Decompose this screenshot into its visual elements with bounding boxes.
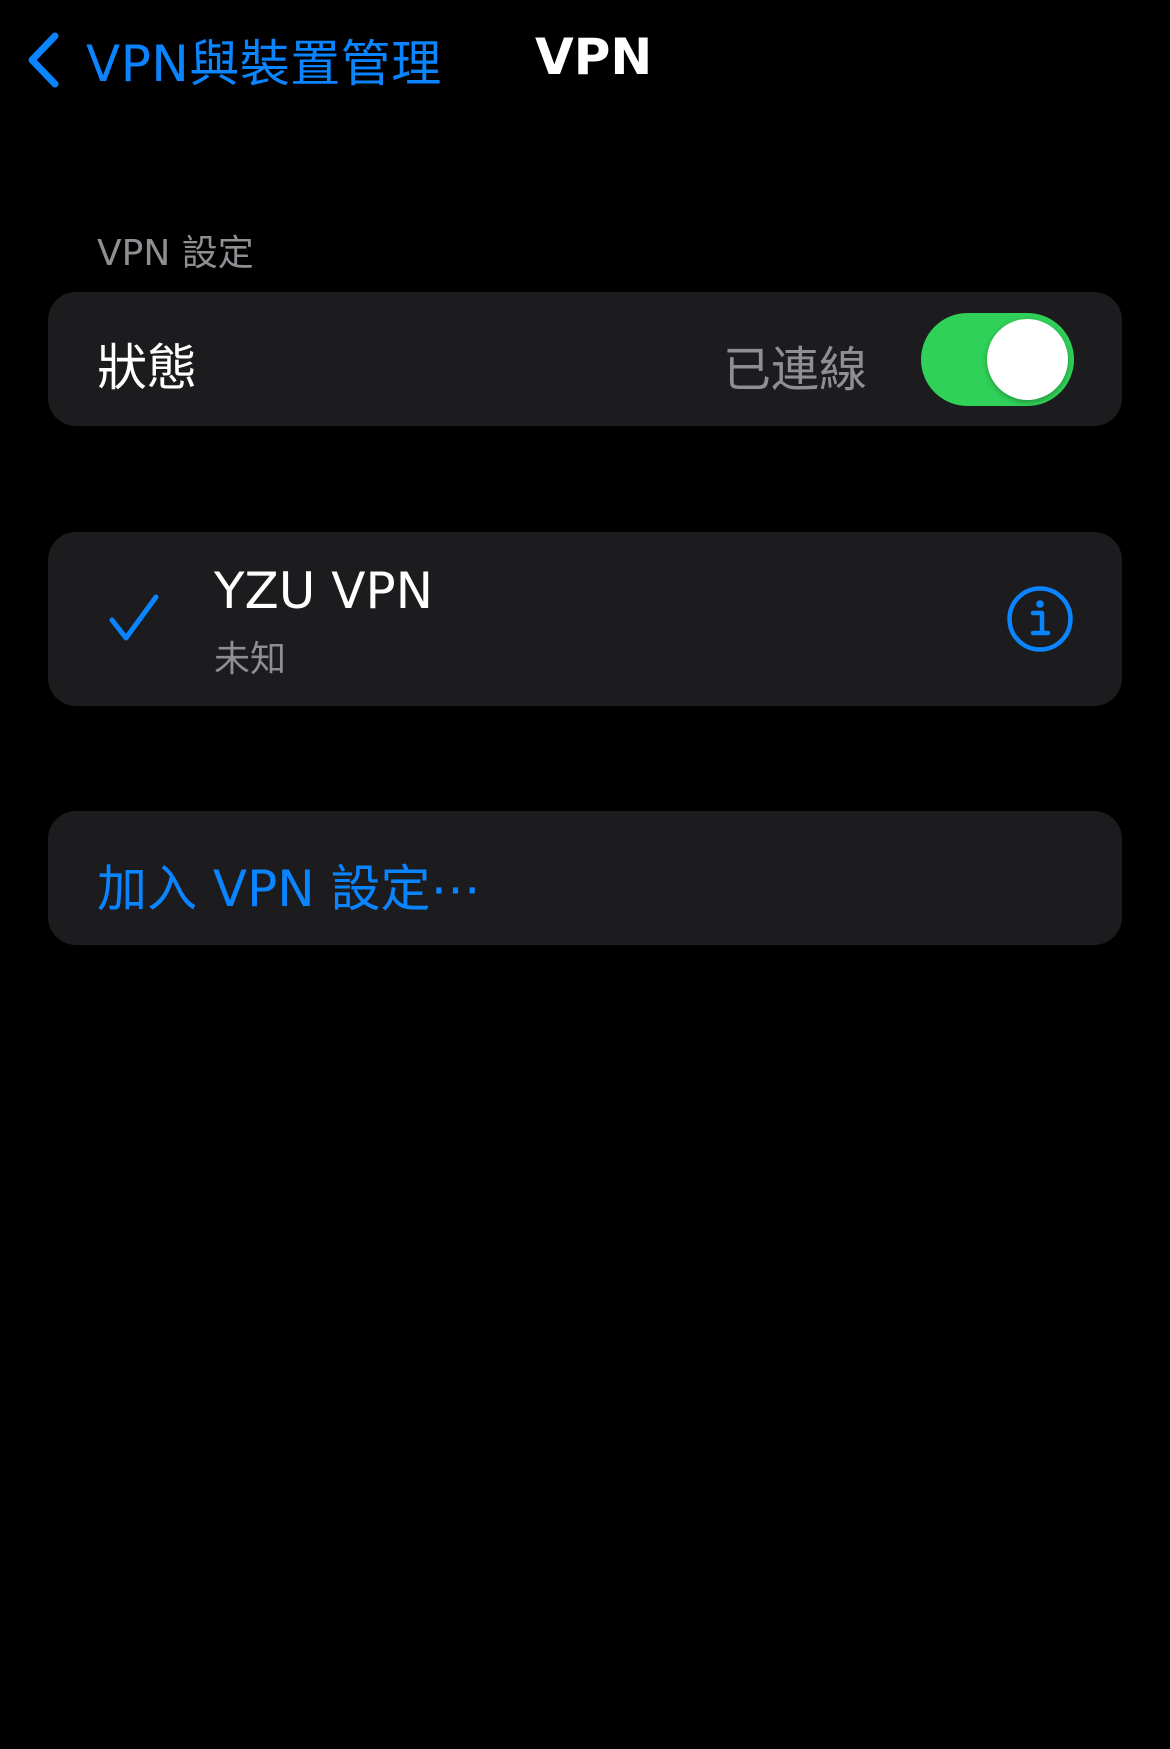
navigation-bar: VPN與裝置管理 VPN [0,0,1170,120]
vpn-configuration-row[interactable]: YZU VPN 未知 [48,532,1122,706]
status-label: 狀態 [97,339,197,397]
info-circle-icon[interactable] [1006,585,1074,653]
add-vpn-configuration-button[interactable]: 加入 VPN 設定⋯ [48,811,1122,945]
vpn-status-toggle[interactable] [921,313,1074,406]
chevron-left-icon [28,32,59,88]
back-button[interactable]: VPN與裝置管理 [24,26,442,94]
add-vpn-configuration-label: 加入 VPN 設定⋯ [97,860,481,918]
vpn-configuration-name: YZU VPN [214,562,434,620]
checkmark-icon [109,594,159,641]
section-header-vpn-settings: VPN 設定 [97,233,254,274]
status-value: 已連線 [722,342,867,398]
vpn-configuration-card: YZU VPN 未知 [48,532,1122,706]
vpn-configuration-subtitle: 未知 [214,639,287,680]
toggle-knob [987,319,1068,400]
back-button-label: VPN與裝置管理 [86,35,442,93]
page-title: VPN [535,28,653,86]
status-card: 狀態 已連線 [48,292,1122,426]
